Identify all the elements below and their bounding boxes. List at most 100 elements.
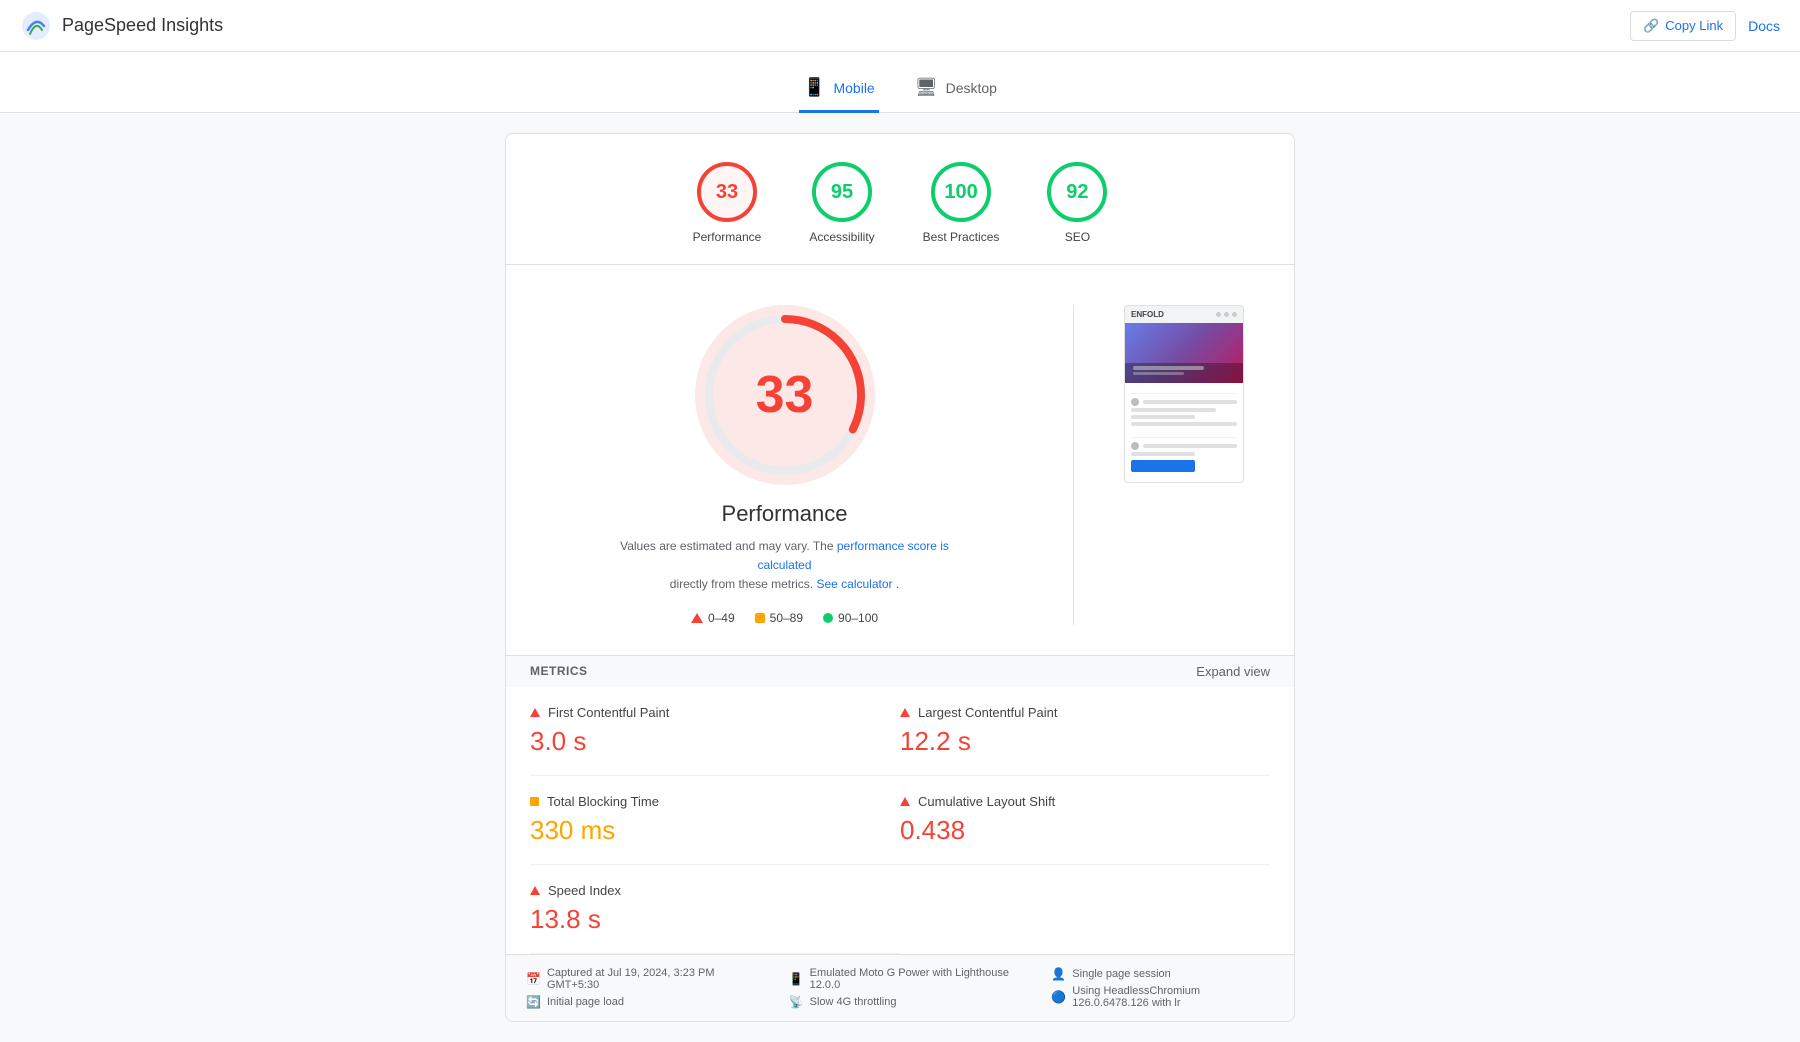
- tab-desktop-label: Desktop: [946, 80, 997, 96]
- performance-description: Values are estimated and may vary. The p…: [615, 537, 955, 595]
- screenshot-section-2: [1131, 437, 1237, 476]
- line-placeholder: [1143, 400, 1237, 404]
- red-triangle-icon: [900, 797, 910, 806]
- green-circle-icon: [823, 613, 833, 623]
- load-type-text: Initial page load: [547, 996, 624, 1008]
- metric-fcp-name: First Contentful Paint: [548, 705, 669, 720]
- metric-cls-name: Cumulative Layout Shift: [918, 794, 1055, 809]
- metric-cls: Cumulative Layout Shift 0.438: [900, 776, 1270, 865]
- performance-title: Performance: [722, 501, 848, 527]
- metric-lcp-name: Largest Contentful Paint: [918, 705, 1057, 720]
- calculator-link[interactable]: See calculator: [816, 577, 892, 591]
- performance-left: 33 Performance Values are estimated and …: [546, 305, 1023, 625]
- tab-mobile[interactable]: 📱 Mobile: [799, 69, 879, 113]
- browser-text: Using HeadlessChromium 126.0.6478.126 wi…: [1072, 985, 1274, 1009]
- metric-fcp: First Contentful Paint 3.0 s: [530, 687, 900, 776]
- icon-row: [1131, 442, 1237, 450]
- page-screenshot: ENFOLD: [1124, 305, 1244, 483]
- best-practices-circle: 100: [931, 162, 991, 222]
- screenshot-site-name: ENFOLD: [1131, 310, 1164, 319]
- link-icon: 🔗: [1643, 18, 1659, 34]
- dot-icon: [1224, 312, 1229, 317]
- screenshot-section-1: [1131, 393, 1237, 433]
- header: PageSpeed Insights 🔗 Copy Link Docs: [0, 0, 1800, 52]
- mobile-icon: 📱: [803, 77, 825, 98]
- captured-text: Captured at Jul 19, 2024, 3:23 PM GMT+5:…: [547, 967, 749, 991]
- screenshot-content: [1125, 383, 1243, 482]
- footer-captured: 📅 Captured at Jul 19, 2024, 3:23 PM GMT+…: [526, 967, 749, 991]
- card-footer: 📅 Captured at Jul 19, 2024, 3:23 PM GMT+…: [506, 954, 1294, 1021]
- footer-load-type: 🔄 Initial page load: [526, 995, 749, 1009]
- metrics-grid: First Contentful Paint 3.0 s Largest Con…: [506, 687, 1294, 954]
- tab-bar: 📱 Mobile 🖥 Desktop: [0, 52, 1800, 113]
- device-icon: 📱: [789, 972, 804, 986]
- seo-label: SEO: [1065, 230, 1090, 244]
- expand-view-button[interactable]: Expand view: [1196, 664, 1270, 679]
- performance-circle: 33: [697, 162, 757, 222]
- metric-si-name: Speed Index: [548, 883, 621, 898]
- calendar-icon: 📅: [526, 972, 541, 986]
- performance-right: ENFOLD: [1124, 305, 1254, 483]
- metrics-label: METRICS: [530, 664, 588, 678]
- user-icon: 👤: [1051, 967, 1066, 981]
- desktop-icon: 🖥: [915, 77, 938, 98]
- footer-device: 📱 Emulated Moto G Power with Lighthouse …: [789, 967, 1012, 991]
- score-performance[interactable]: 33 Performance: [693, 162, 762, 244]
- big-score-value: 33: [756, 365, 814, 425]
- metric-lcp: Largest Contentful Paint 12.2 s: [900, 687, 1270, 776]
- copy-link-button[interactable]: 🔗 Copy Link: [1630, 11, 1736, 41]
- browser-icon: 🔵: [1051, 990, 1066, 1004]
- footer-session: 👤 Single page session: [1051, 967, 1274, 981]
- circle-icon: [1131, 398, 1139, 406]
- orange-square-icon: [755, 613, 765, 623]
- vertical-divider: [1073, 305, 1074, 625]
- orange-square-icon: [530, 797, 539, 806]
- score-seo[interactable]: 92 SEO: [1047, 162, 1107, 244]
- metric-tbt: Total Blocking Time 330 ms: [530, 776, 900, 865]
- performance-section: 33 Performance Values are estimated and …: [506, 265, 1294, 655]
- seo-circle: 92: [1047, 162, 1107, 222]
- docs-link[interactable]: Docs: [1748, 18, 1780, 34]
- metric-lcp-value: 12.2 s: [900, 726, 1270, 757]
- performance-value: 33: [716, 181, 738, 204]
- red-triangle-icon: [530, 886, 540, 895]
- metric-si-name-row: Speed Index: [530, 883, 870, 898]
- text-line: [1131, 452, 1195, 456]
- metric-fcp-value: 3.0 s: [530, 726, 870, 757]
- desc-mid: directly from these metrics.: [670, 577, 813, 591]
- footer-col-1: 📅 Captured at Jul 19, 2024, 3:23 PM GMT+…: [526, 967, 749, 1009]
- best-practices-value: 100: [944, 181, 977, 204]
- session-text: Single page session: [1072, 968, 1170, 980]
- legend-orange: 50–89: [755, 611, 803, 625]
- accessibility-label: Accessibility: [809, 230, 874, 244]
- tab-desktop[interactable]: 🖥 Desktop: [911, 69, 1001, 113]
- header-right: 🔗 Copy Link Docs: [1630, 11, 1780, 41]
- legend-green-label: 90–100: [838, 611, 878, 625]
- dot-icon: [1232, 312, 1237, 317]
- footer-throttle: 📡 Slow 4G throttling: [789, 995, 1012, 1009]
- header-left: PageSpeed Insights: [20, 10, 223, 42]
- seo-value: 92: [1066, 181, 1088, 204]
- line-placeholder: [1143, 444, 1237, 448]
- score-best-practices[interactable]: 100 Best Practices: [923, 162, 1000, 244]
- metric-si-value: 13.8 s: [530, 904, 870, 935]
- score-summary: 33 Performance 95 Accessibility 100 Best…: [506, 134, 1294, 265]
- best-practices-label: Best Practices: [923, 230, 1000, 244]
- legend-red: 0–49: [691, 611, 735, 625]
- circle-icon: [1131, 442, 1139, 450]
- dot-icon: [1216, 312, 1221, 317]
- screenshot-header: ENFOLD: [1125, 306, 1243, 323]
- icon-row: [1131, 398, 1237, 406]
- score-legend: 0–49 50–89 90–100: [691, 611, 878, 625]
- score-accessibility[interactable]: 95 Accessibility: [809, 162, 874, 244]
- legend-orange-label: 50–89: [770, 611, 803, 625]
- device-text: Emulated Moto G Power with Lighthouse 12…: [810, 967, 1012, 991]
- red-triangle-icon: [900, 708, 910, 717]
- screenshot-image: [1125, 323, 1243, 383]
- metric-cls-name-row: Cumulative Layout Shift: [900, 794, 1270, 809]
- refresh-icon: 🔄: [526, 995, 541, 1009]
- pagespeed-logo: [20, 10, 52, 42]
- red-triangle-icon: [530, 708, 540, 717]
- text-line: [1131, 408, 1216, 412]
- legend-green: 90–100: [823, 611, 878, 625]
